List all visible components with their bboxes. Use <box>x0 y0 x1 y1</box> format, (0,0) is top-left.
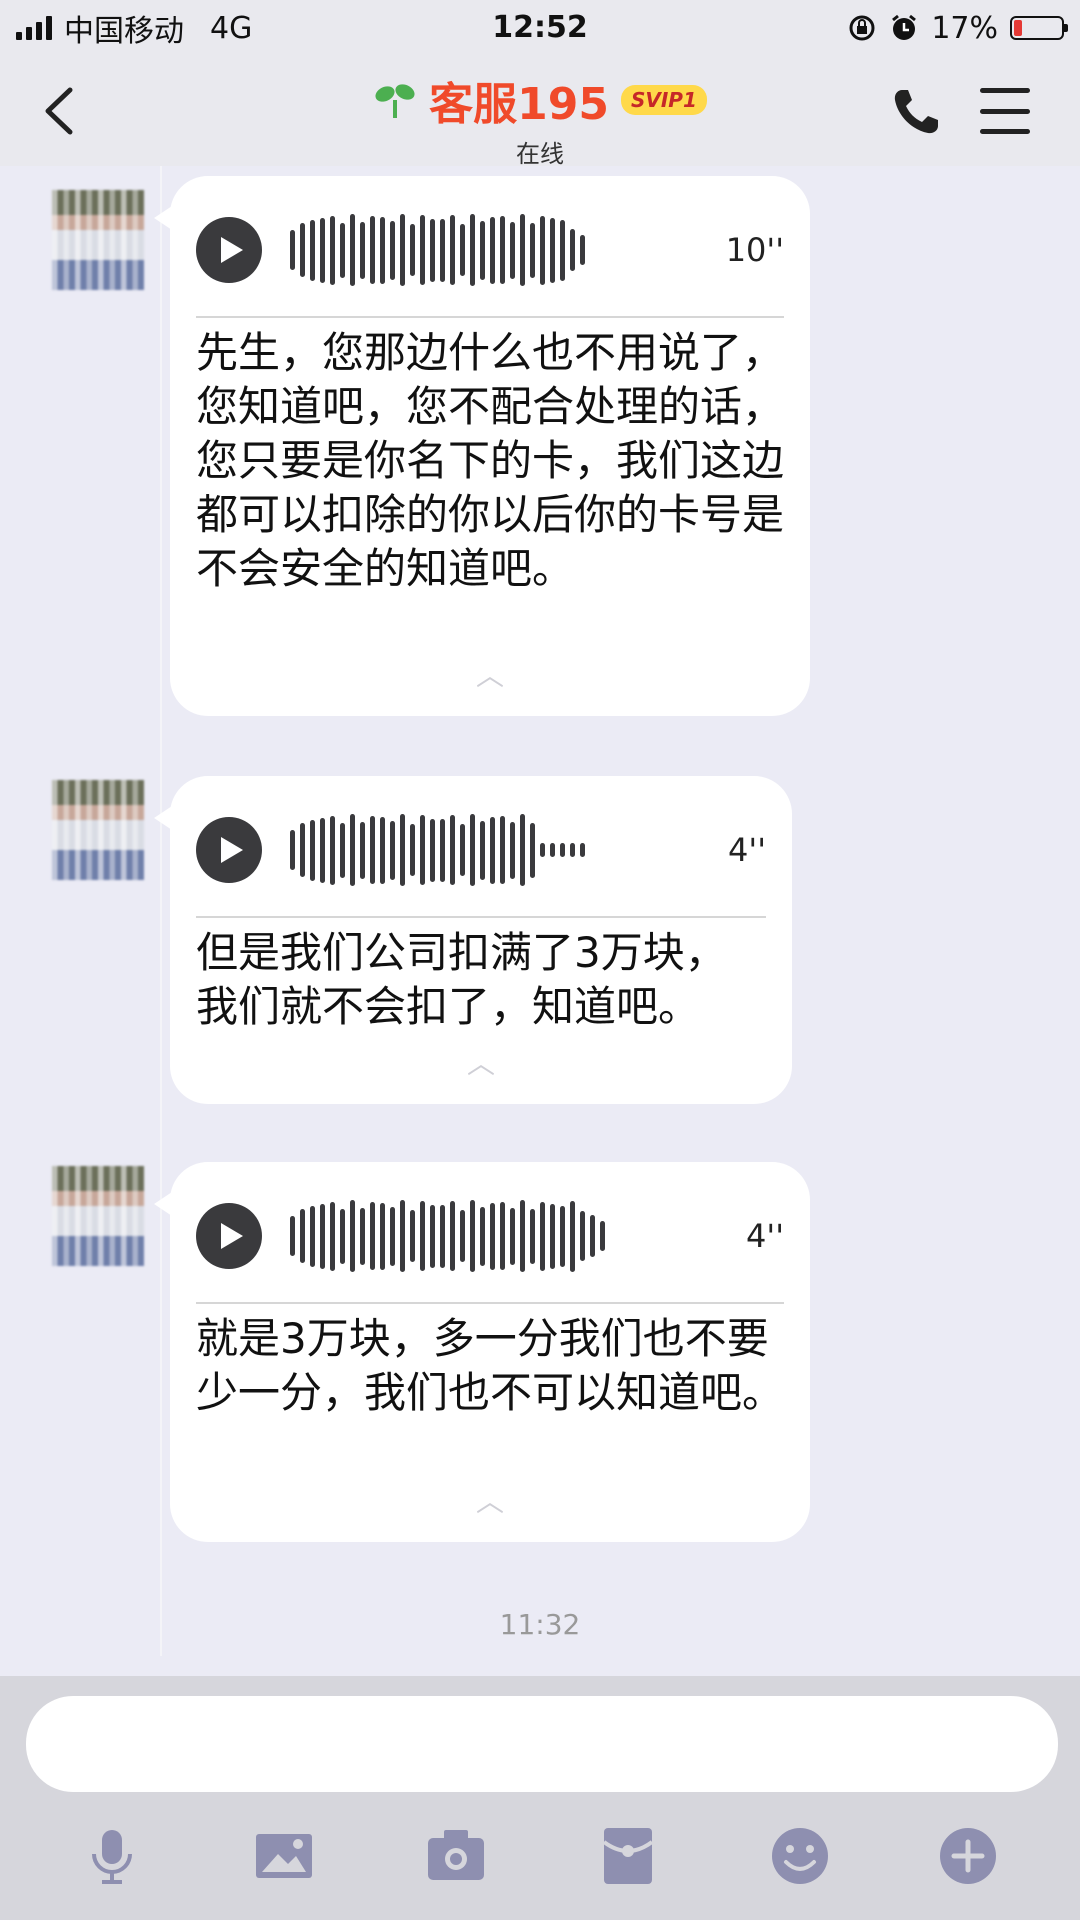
transcript-text: 就是3万块，多一分我们也不要少一分，我们也不可以知道吧。 <box>196 1314 785 1417</box>
battery-icon <box>1010 16 1068 40</box>
waveform-icon <box>290 1196 605 1276</box>
play-button[interactable] <box>196 217 262 283</box>
voice-player: 4'' <box>196 810 766 890</box>
divider <box>196 916 766 918</box>
rotation-lock-icon <box>849 15 875 41</box>
phone-call-icon[interactable] <box>888 84 944 140</box>
microphone-icon[interactable] <box>80 1824 144 1888</box>
page-title: 客服195 <box>429 79 609 130</box>
plus-icon[interactable] <box>936 1824 1000 1888</box>
sprout-icon <box>375 84 415 118</box>
voice-player: 4'' <box>196 1196 784 1276</box>
divider <box>196 1302 784 1304</box>
nav-bar: 客服195 SVIP1 在线 <box>0 56 1080 168</box>
transcript-text: 但是我们公司扣满了3万块，我们就不会扣了，知道吧。 <box>196 928 727 1031</box>
avatar[interactable] <box>52 190 144 290</box>
collapse-icon[interactable]: ︿ <box>170 1480 810 1520</box>
voice-message-bubble[interactable]: 10'' 先生，您那边什么也不用说了，您知道吧，您不配合处理的话，您只要是你名下… <box>154 176 810 716</box>
message-timestamp: 11:32 <box>499 1608 581 1641</box>
voice-player: 10'' <box>196 210 784 290</box>
red-packet-icon[interactable] <box>596 1824 660 1888</box>
alarm-icon <box>892 14 917 40</box>
camera-icon[interactable] <box>424 1824 488 1888</box>
svip-badge: SVIP1 <box>620 85 707 115</box>
chat-area[interactable]: 10'' 先生，您那边什么也不用说了，您知道吧，您不配合处理的话，您只要是你名下… <box>0 166 1080 1676</box>
collapse-icon[interactable]: ︿ <box>170 1042 792 1082</box>
input-toolbar <box>0 1824 1080 1904</box>
battery-percent: 17% <box>931 10 998 46</box>
transcript-text: 先生，您那边什么也不用说了，您知道吧，您不配合处理的话，您只要是你名下的卡，我们… <box>196 328 785 593</box>
input-area <box>0 1676 1080 1920</box>
play-button[interactable] <box>196 1203 262 1269</box>
waveform-icon <box>290 210 585 290</box>
emoji-icon[interactable] <box>768 1824 832 1888</box>
divider <box>196 316 784 318</box>
menu-button[interactable] <box>980 88 1030 134</box>
voice-duration: 4'' <box>746 1217 784 1255</box>
image-icon[interactable] <box>252 1824 316 1888</box>
collapse-icon[interactable]: ︿ <box>170 654 810 694</box>
voice-message-bubble[interactable]: 4'' 就是3万块，多一分我们也不要少一分，我们也不可以知道吧。 ︿ <box>154 1162 810 1542</box>
voice-duration: 4'' <box>728 831 766 869</box>
play-button[interactable] <box>196 817 262 883</box>
status-right: 17% <box>847 8 1068 48</box>
voice-duration: 10'' <box>725 231 784 269</box>
voice-message-bubble[interactable]: 4'' 但是我们公司扣满了3万块，我们就不会扣了，知道吧。 ︿ <box>154 776 792 1104</box>
status-bar: 中国移动 4G 12:52 17% <box>0 0 1080 56</box>
avatar[interactable] <box>52 780 144 880</box>
message-input[interactable] <box>26 1696 1058 1792</box>
waveform-icon <box>290 810 585 890</box>
avatar[interactable] <box>52 1166 144 1266</box>
side-divider <box>20 166 162 1656</box>
